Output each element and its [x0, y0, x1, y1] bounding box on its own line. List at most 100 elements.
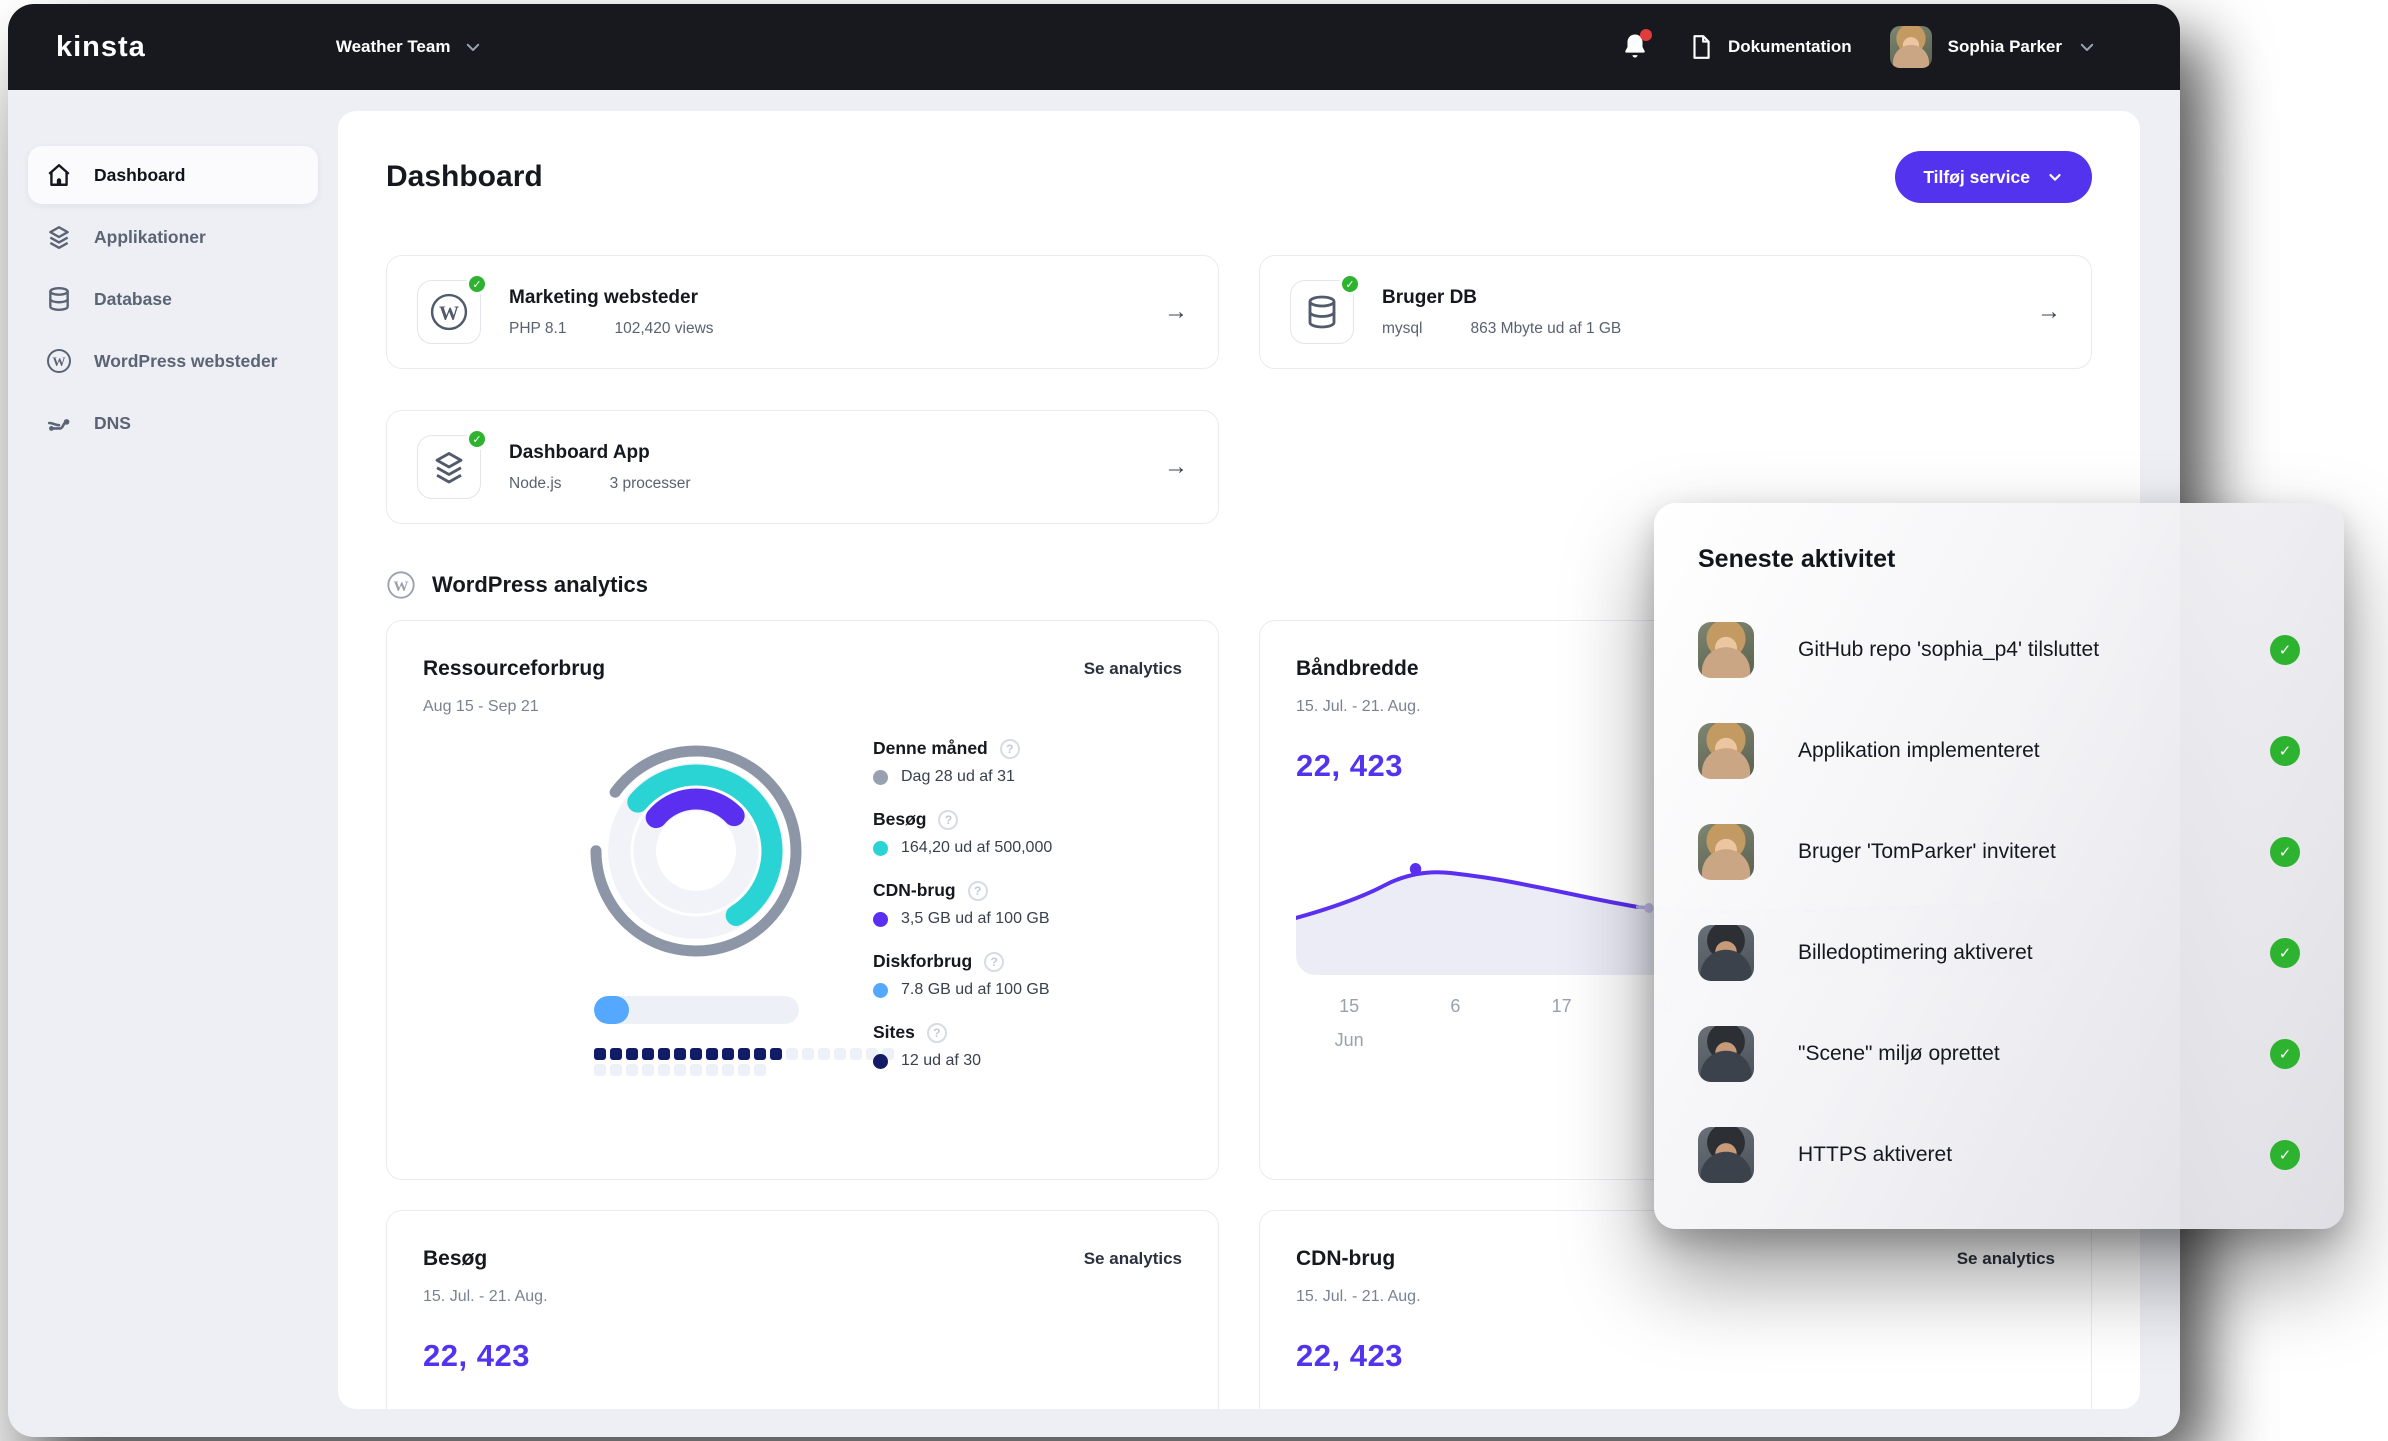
- user-menu[interactable]: Sophia Parker: [1889, 26, 2096, 68]
- sidebar-item-label: Applikationer: [94, 226, 206, 247]
- wordpress-icon: W: [430, 293, 468, 331]
- card-title: CDN-brug: [1296, 1247, 1396, 1270]
- arrow-right-icon[interactable]: →: [2037, 298, 2061, 326]
- recent-activity-list: GitHub repo 'sophia_p4' tilsluttet ✓ App…: [1698, 614, 2300, 1191]
- service-card-dashboard-app[interactable]: ✓ Dashboard App Node.js 3 processer →: [386, 410, 1219, 524]
- legend-dot: [873, 911, 888, 927]
- legend-group: Denne måned? Dag 28 ud af 31: [873, 738, 1182, 786]
- x-tick: 15: [1339, 996, 1360, 1016]
- arrow-right-icon[interactable]: →: [1164, 298, 1188, 326]
- svg-text:W: W: [53, 354, 66, 369]
- legend-value: Dag 28 ud af 31: [901, 768, 1015, 785]
- see-analytics-link[interactable]: Se analytics: [1084, 1249, 1182, 1269]
- activity-item[interactable]: Billedoptimering aktiveret ✓: [1698, 917, 2300, 989]
- team-selector-label: Weather Team: [335, 37, 451, 56]
- chevron-down-icon: [2049, 174, 2061, 181]
- activity-text: Bruger 'TomParker' inviteret: [1798, 840, 2056, 863]
- service-meta2: 3 processer: [609, 474, 691, 492]
- resource-donut: [590, 745, 802, 957]
- add-service-button[interactable]: Tilføj service: [1895, 151, 2092, 203]
- service-name: Marketing websteder: [509, 286, 698, 308]
- bandwidth-ghost-marker: [1644, 903, 1654, 913]
- activity-item[interactable]: HTTPS aktiveret ✓: [1698, 1119, 2300, 1191]
- visits-card: Besøg Se analytics 15. Jul. - 21. Aug. 2…: [386, 1210, 1219, 1409]
- sidebar-item-applikationer[interactable]: Applikationer: [28, 208, 318, 266]
- activity-item[interactable]: GitHub repo 'sophia_p4' tilsluttet ✓: [1698, 614, 2300, 686]
- service-name: Dashboard App: [509, 441, 650, 463]
- analytics-row-2: Besøg Se analytics 15. Jul. - 21. Aug. 2…: [386, 1210, 2092, 1409]
- activity-item[interactable]: "Scene" miljø oprettet ✓: [1698, 1018, 2300, 1090]
- sidebar-item-label: DNS: [94, 412, 131, 433]
- documentation-link[interactable]: Dokumentation: [1688, 34, 1852, 60]
- service-cards: W ✓ Marketing websteder PHP 8.1 102,420 …: [386, 255, 2092, 524]
- card-period: 15. Jul. - 21. Aug.: [1296, 1288, 1421, 1305]
- site-segment: [642, 1048, 654, 1060]
- site-segment: [642, 1064, 654, 1076]
- topbar: kinsta Weather Team Dokumentation Sophia…: [8, 4, 2180, 90]
- page-title: Dashboard: [386, 160, 543, 193]
- add-service-label: Tilføj service: [1923, 166, 2030, 187]
- chevron-down-icon: [2080, 43, 2094, 51]
- notification-bell-icon[interactable]: [1620, 29, 1652, 62]
- success-check-icon: ✓: [2270, 635, 2300, 665]
- site-segment: [738, 1064, 750, 1076]
- activity-item[interactable]: Bruger 'TomParker' inviteret ✓: [1698, 816, 2300, 888]
- success-check-icon: ✓: [2270, 1039, 2300, 1069]
- site-segment: [706, 1048, 718, 1060]
- svg-text:W: W: [394, 579, 409, 595]
- site-segment: [594, 1048, 606, 1060]
- bandwidth-marker: [1409, 863, 1422, 875]
- sidebar-item-wordpress-websteder[interactable]: W WordPress websteder: [28, 332, 318, 390]
- database-icon: [46, 286, 72, 312]
- help-icon[interactable]: ?: [984, 951, 1005, 972]
- site-segment: [738, 1048, 750, 1060]
- sidebar-item-dashboard[interactable]: Dashboard: [28, 146, 318, 204]
- see-analytics-link[interactable]: Se analytics: [1957, 1249, 2055, 1269]
- layers-icon: [46, 224, 72, 250]
- help-icon[interactable]: ?: [967, 880, 988, 901]
- sidebar-item-dns[interactable]: DNS: [28, 394, 318, 452]
- team-selector[interactable]: Weather Team: [336, 37, 483, 57]
- service-meta1: PHP 8.1: [509, 319, 567, 337]
- legend-label: Sites: [873, 1022, 915, 1042]
- sidebar-item-label: Database: [94, 288, 172, 309]
- analytics-section-title: WordPress analytics: [432, 572, 649, 597]
- site-segment: [722, 1064, 734, 1076]
- notification-dot: [1639, 29, 1652, 41]
- help-icon[interactable]: ?: [926, 1022, 947, 1043]
- site-segment: [754, 1048, 766, 1060]
- legend-group: CDN-brug? 3,5 GB ud af 100 GB: [873, 880, 1182, 928]
- site-segment: [658, 1064, 670, 1076]
- success-check-icon: ✓: [2270, 938, 2300, 968]
- legend-value: 12 ud af 30: [901, 1052, 982, 1069]
- site-segment: [754, 1064, 766, 1076]
- site-segment: [850, 1048, 862, 1060]
- legend-label: Diskforbrug: [873, 951, 973, 971]
- service-icon-tile: ✓: [417, 428, 488, 499]
- recent-activity-title: Seneste aktivitet: [1698, 545, 1896, 573]
- service-card-marketing-websteder[interactable]: W ✓ Marketing websteder PHP 8.1 102,420 …: [386, 255, 1219, 369]
- sidebar: Dashboard Applikationer Database W WordP…: [8, 90, 338, 1437]
- see-analytics-link[interactable]: Se analytics: [1084, 659, 1182, 679]
- service-card-bruger-db[interactable]: ✓ Bruger DB mysql 863 Mbyte ud af 1 GB →: [1259, 255, 2092, 369]
- legend-group: Sites? 12 ud af 30: [873, 1022, 1182, 1070]
- user-name: Sophia Parker: [1947, 37, 2062, 56]
- arrow-right-icon[interactable]: →: [1164, 453, 1188, 481]
- wordpress-icon: W: [46, 348, 72, 374]
- service-meta: mysql 863 Mbyte ud af 1 GB: [1382, 320, 1621, 338]
- help-icon[interactable]: ?: [938, 809, 959, 830]
- success-check-icon: ✓: [2270, 1140, 2300, 1170]
- success-check-icon: ✓: [2270, 736, 2300, 766]
- legend-value: 7.8 GB ud af 100 GB: [901, 981, 1050, 998]
- legend-dot: [873, 982, 888, 998]
- sidebar-item-database[interactable]: Database: [28, 270, 318, 328]
- activity-text: GitHub repo 'sophia_p4' tilsluttet: [1798, 638, 2100, 661]
- help-icon[interactable]: ?: [999, 738, 1020, 759]
- service-info: Marketing websteder PHP 8.1 102,420 view…: [509, 287, 714, 338]
- resource-charts: [423, 736, 894, 1076]
- service-info: Bruger DB mysql 863 Mbyte ud af 1 GB: [1382, 287, 1621, 338]
- card-title: Ressourceforbrug: [423, 657, 606, 680]
- activity-item[interactable]: Applikation implementeret ✓: [1698, 715, 2300, 787]
- legend-dot: [873, 840, 888, 856]
- site-segment: [674, 1048, 686, 1060]
